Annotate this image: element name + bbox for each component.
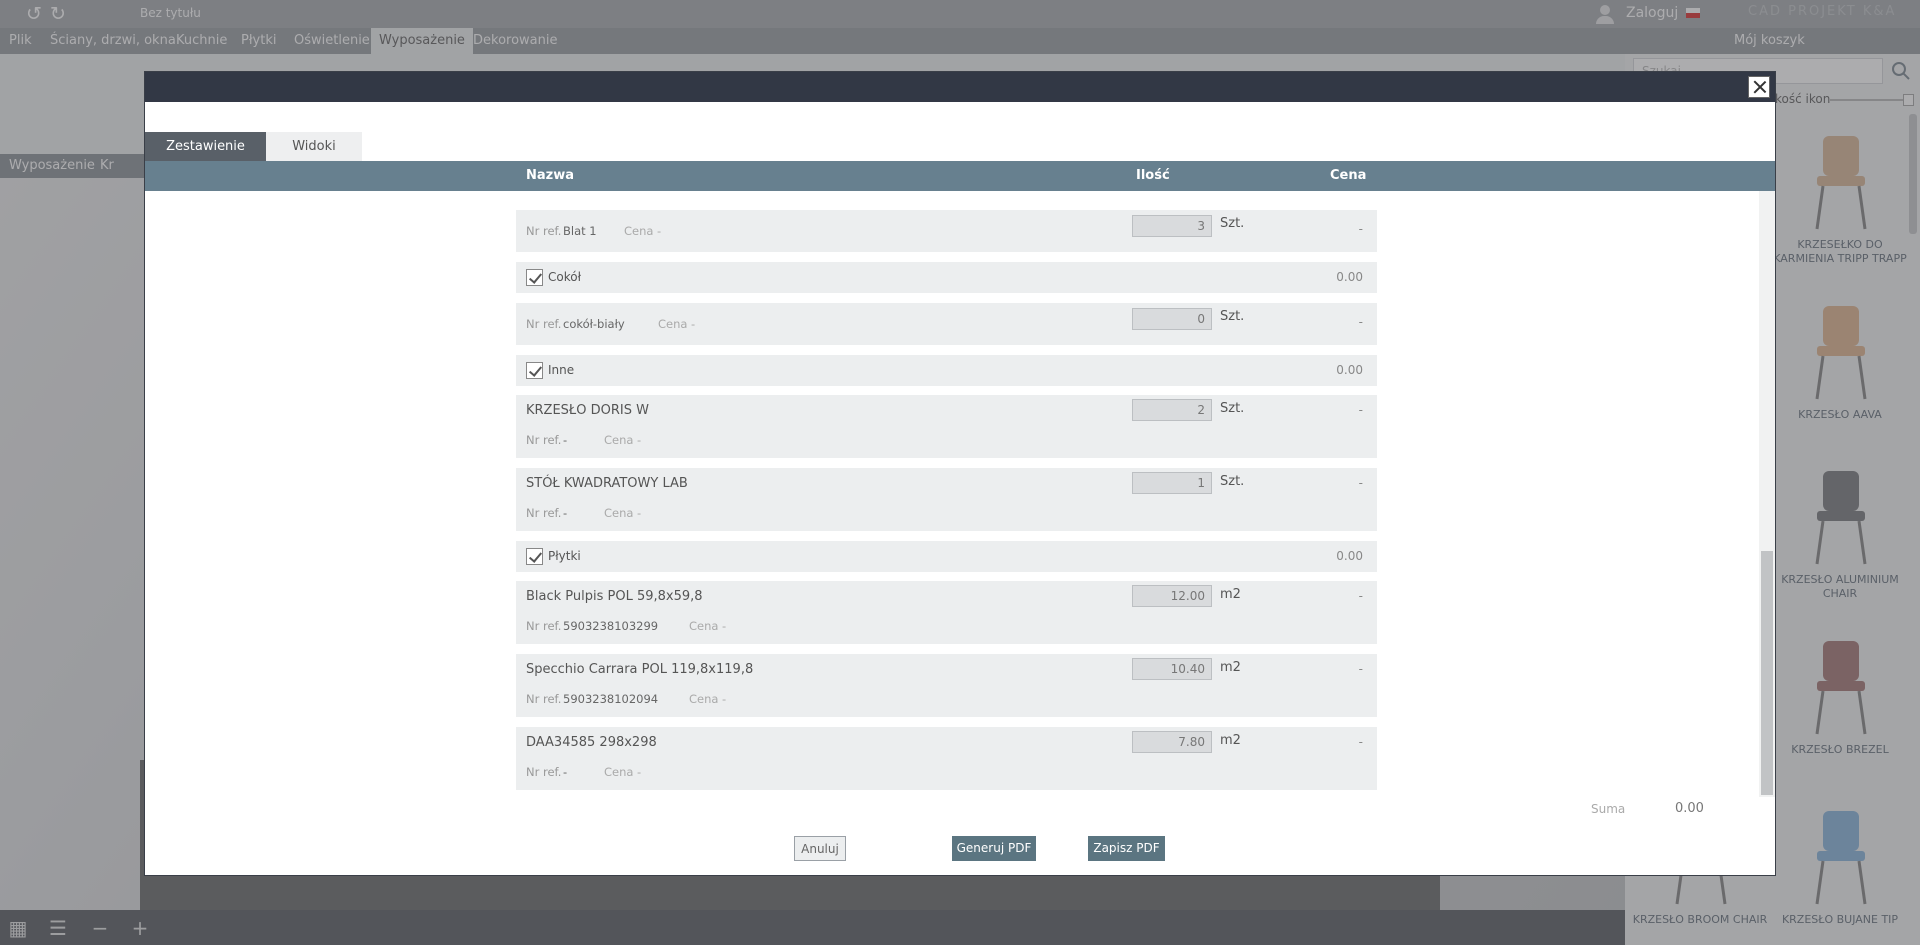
sum-label: Suma	[1591, 802, 1626, 816]
price-value: -	[1358, 735, 1363, 749]
item-name: Specchio Carrara POL 119,8x119,8	[526, 662, 754, 677]
quantity-field[interactable]: 12.00	[1132, 585, 1212, 607]
table-header: Nazwa Ilość Cena	[145, 161, 1775, 191]
table-row: Nr ref. cokół-biały Cena - 0 Szt. -	[516, 303, 1377, 345]
category-row: Inne 0.00	[516, 355, 1377, 386]
price-label: Cena	[604, 765, 634, 779]
ref-value: -	[563, 433, 568, 447]
item-name: KRZESŁO DORIS W	[526, 403, 649, 418]
price-inline-value: -	[637, 506, 642, 520]
dialog-header	[145, 72, 1775, 102]
price-value: -	[1358, 403, 1363, 417]
ref-label: Nr ref.	[526, 765, 562, 779]
column-qty: Ilość	[1136, 168, 1170, 183]
item-name: Black Pulpis POL 59,8x59,8	[526, 589, 703, 604]
ref-label: Nr ref.	[526, 619, 562, 633]
quantity-field[interactable]: 1	[1132, 472, 1212, 494]
summary-dialog: Zestawienie Widoki Nazwa Ilość Cena Nr r…	[144, 71, 1776, 876]
sum-value: 0.00	[1675, 801, 1704, 816]
category-label: Cokół	[548, 270, 581, 284]
ref-label: Nr ref.	[526, 506, 562, 520]
quantity-field[interactable]: 7.80	[1132, 731, 1212, 753]
table-row: DAA34585 298x298 Nr ref. - Cena - 7.80 m…	[516, 727, 1377, 790]
ref-label: Nr ref.	[526, 692, 562, 706]
category-total: 0.00	[1336, 270, 1363, 284]
table-row: Nr ref. Blat 1 Cena - 3 Szt. -	[516, 210, 1377, 252]
close-button[interactable]	[1748, 76, 1770, 98]
category-checkbox[interactable]	[526, 548, 543, 565]
table-scrollbar[interactable]	[1759, 191, 1775, 797]
ref-label: Nr ref.	[526, 433, 562, 447]
price-label: Cena	[658, 317, 688, 331]
price-label: Cena	[604, 433, 634, 447]
ref-value: cokół-biały	[563, 317, 625, 331]
price-label: Cena	[689, 619, 719, 633]
table-row: KRZESŁO DORIS W Nr ref. - Cena - 2 Szt. …	[516, 395, 1377, 458]
price-value: -	[1358, 662, 1363, 676]
quantity-field[interactable]: 2	[1132, 399, 1212, 421]
category-checkbox[interactable]	[526, 362, 543, 379]
cancel-button[interactable]: Anuluj	[794, 836, 846, 861]
table-row: Specchio Carrara POL 119,8x119,8 Nr ref.…	[516, 654, 1377, 717]
unit-label: Szt.	[1220, 309, 1245, 324]
price-value: -	[1358, 315, 1363, 329]
category-total: 0.00	[1336, 363, 1363, 377]
ref-value: Blat 1	[563, 224, 597, 238]
price-inline-value: -	[722, 692, 727, 706]
generate-pdf-button[interactable]: Generuj PDF	[952, 836, 1036, 861]
column-price: Cena	[1330, 168, 1367, 183]
ref-value: -	[563, 765, 568, 779]
ref-value: -	[563, 506, 568, 520]
price-inline-value: -	[722, 619, 727, 633]
table-scrollbar-thumb[interactable]	[1761, 551, 1773, 795]
quantity-field[interactable]: 10.40	[1132, 658, 1212, 680]
item-name: STÓŁ KWADRATOWY LAB	[526, 476, 688, 491]
item-name: DAA34585 298x298	[526, 735, 657, 750]
ref-value: 5903238103299	[563, 619, 659, 633]
ref-label: Nr ref.	[526, 224, 562, 238]
unit-label: m2	[1220, 733, 1241, 748]
price-value: -	[1358, 476, 1363, 490]
unit-label: Szt.	[1220, 216, 1245, 231]
save-pdf-button[interactable]: Zapisz PDF	[1088, 836, 1165, 861]
column-name: Nazwa	[526, 168, 575, 183]
price-label: Cena	[624, 224, 654, 238]
unit-label: Szt.	[1220, 401, 1245, 416]
unit-label: m2	[1220, 587, 1241, 602]
price-value: -	[1358, 589, 1363, 603]
quantity-field[interactable]: 3	[1132, 215, 1212, 237]
table-row: STÓŁ KWADRATOWY LAB Nr ref. - Cena - 1 S…	[516, 468, 1377, 531]
tab-summary[interactable]: Zestawienie	[145, 132, 266, 161]
price-inline-value: -	[657, 224, 662, 238]
category-checkbox[interactable]	[526, 269, 543, 286]
price-inline-value: -	[691, 317, 696, 331]
category-total: 0.00	[1336, 549, 1363, 563]
category-row: Płytki 0.00	[516, 541, 1377, 572]
ref-value: 5903238102094	[563, 692, 659, 706]
items-table: Nr ref. Blat 1 Cena - 3 Szt. - Cokół 0.0…	[145, 191, 1775, 797]
category-label: Płytki	[548, 549, 581, 563]
price-value: -	[1358, 222, 1363, 236]
unit-label: m2	[1220, 660, 1241, 675]
unit-label: Szt.	[1220, 474, 1245, 489]
price-inline-value: -	[637, 765, 642, 779]
price-inline-value: -	[637, 433, 642, 447]
category-row: Cokół 0.00	[516, 262, 1377, 293]
tab-views[interactable]: Widoki	[266, 132, 362, 161]
price-label: Cena	[604, 506, 634, 520]
price-label: Cena	[689, 692, 719, 706]
category-label: Inne	[548, 363, 575, 377]
ref-label: Nr ref.	[526, 317, 562, 331]
table-row: Black Pulpis POL 59,8x59,8 Nr ref. 59032…	[516, 581, 1377, 644]
quantity-field[interactable]: 0	[1132, 308, 1212, 330]
